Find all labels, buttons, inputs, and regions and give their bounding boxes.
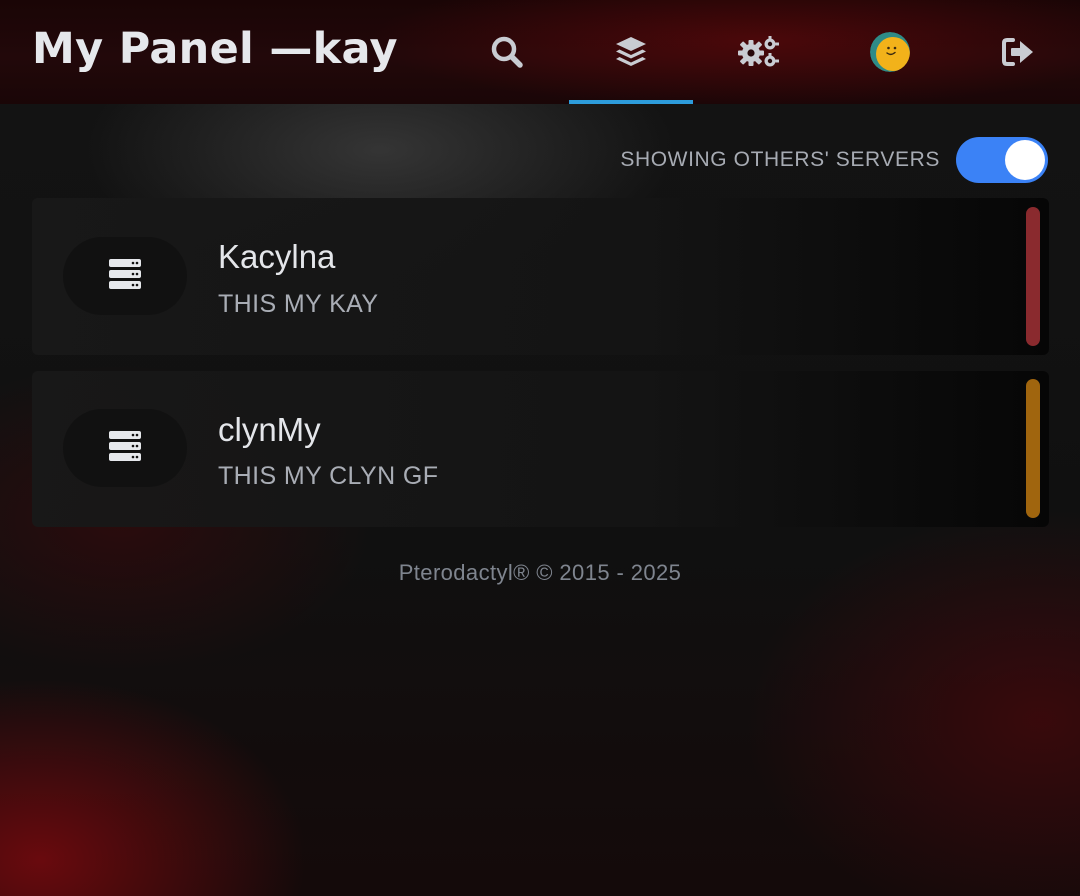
footer-copyright: Pterodactyl® © 2015 - 2025 — [398, 560, 682, 585]
server-card[interactable]: clynMy THIS MY CLYN GF — [32, 371, 1049, 527]
server-icon — [109, 430, 141, 466]
server-status-indicator — [1026, 379, 1040, 518]
server-description: THIS MY CLYN GF — [218, 462, 439, 490]
server-icon-container — [63, 237, 187, 315]
server-name: Kacylna — [218, 238, 336, 275]
nav-account-button[interactable] — [828, 0, 952, 104]
nav-servers-button[interactable] — [569, 0, 693, 104]
nav-search-button[interactable] — [445, 0, 569, 104]
server-card[interactable]: Kacylna THIS MY KAY — [32, 198, 1049, 355]
sign-out-icon — [1001, 37, 1035, 67]
cogs-icon — [736, 34, 780, 70]
avatar-icon — [870, 32, 910, 72]
server-description: THIS MY KAY — [218, 290, 379, 318]
panel-title[interactable]: My Panel —kay — [32, 24, 398, 74]
toggle-knob — [1005, 140, 1045, 180]
show-others-toggle[interactable] — [956, 137, 1048, 183]
server-name: clynMy — [218, 411, 321, 448]
nav-logout-button[interactable] — [956, 0, 1080, 104]
server-status-indicator — [1026, 207, 1040, 346]
server-icon-container — [63, 409, 187, 487]
nav-admin-button[interactable] — [696, 0, 820, 104]
server-icon — [109, 258, 141, 294]
layers-icon — [613, 34, 649, 70]
show-others-toggle-row: SHOWING OTHERS' SERVERS — [620, 136, 1048, 184]
search-icon — [490, 35, 524, 69]
show-others-label: SHOWING OTHERS' SERVERS — [620, 148, 940, 171]
top-navbar: My Panel —kay — [0, 0, 1080, 104]
